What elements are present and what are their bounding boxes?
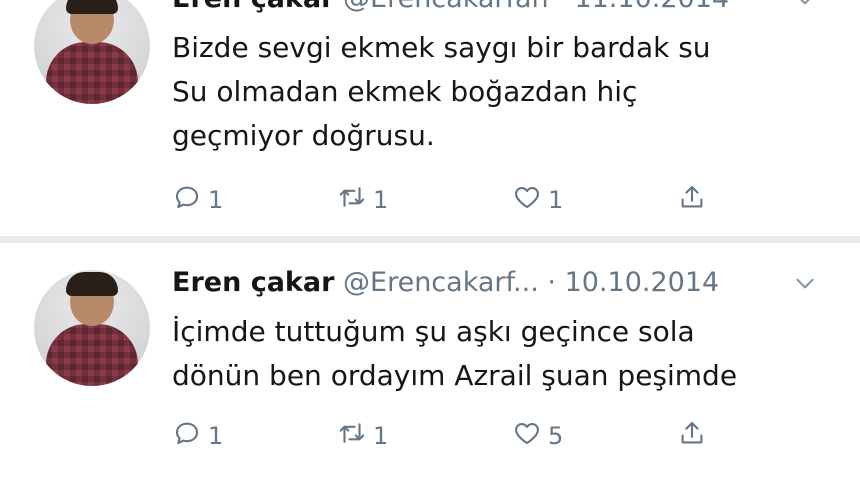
- tweet-date[interactable]: 10.10.2014: [565, 267, 720, 298]
- reply-button[interactable]: 1: [172, 416, 223, 456]
- heart-icon: [512, 418, 542, 454]
- avatar[interactable]: [34, 0, 150, 104]
- like-button[interactable]: 1: [512, 180, 563, 220]
- tweet-text-line: Su olmadan ekmek boğazdan hiç: [172, 75, 638, 108]
- share-button[interactable]: [677, 180, 707, 220]
- retweet-icon: [337, 418, 367, 454]
- tweet-actions: 1 1 5: [172, 416, 732, 456]
- tweet-date[interactable]: 11.10.2014: [574, 0, 729, 14]
- tweet-actions: 1 1 1: [172, 180, 732, 220]
- like-count: 1: [548, 186, 564, 214]
- author-name[interactable]: Eren çakar: [172, 0, 334, 14]
- retweet-button[interactable]: 1: [337, 416, 388, 456]
- tweet-text-line: Bizde sevgi ekmek saygı bir bardak su: [172, 31, 711, 64]
- chevron-down-icon[interactable]: [792, 270, 818, 296]
- avatar[interactable]: [34, 270, 150, 386]
- retweet-count: 1: [373, 422, 389, 450]
- retweet-icon: [337, 182, 367, 218]
- tweet-text: İçimde tuttuğum şu aşkı geçince sola dön…: [172, 310, 832, 398]
- tweet-text-line: dönün ben ordayım Azrail şuan peşimde: [172, 359, 738, 392]
- reply-count: 1: [208, 422, 224, 450]
- reply-icon: [172, 182, 202, 218]
- author-handle[interactable]: @Erencakarfan: [343, 0, 549, 14]
- heart-icon: [512, 182, 542, 218]
- share-icon: [677, 418, 707, 454]
- tweet-text: Bizde sevgi ekmek saygı bir bardak su Su…: [172, 26, 832, 158]
- author-handle[interactable]: @Erencakarf...: [343, 267, 539, 298]
- tweet[interactable]: Eren çakar @Erencakarfan · 11.10.2014 Bi…: [0, 0, 860, 238]
- share-button[interactable]: [677, 416, 707, 456]
- reply-icon: [172, 418, 202, 454]
- like-button[interactable]: 5: [512, 416, 563, 456]
- chevron-down-icon[interactable]: [792, 0, 818, 12]
- tweet-header: Eren çakar @Erencakarf... · 10.10.2014: [172, 266, 719, 300]
- reply-button[interactable]: 1: [172, 180, 223, 220]
- reply-count: 1: [208, 186, 224, 214]
- tweet[interactable]: Eren çakar @Erencakarf... · 10.10.2014 İ…: [0, 240, 860, 480]
- tweet-text-line: geçmiyor doğrusu.: [172, 119, 435, 152]
- separator-dot: ·: [547, 267, 556, 298]
- author-name[interactable]: Eren çakar: [172, 267, 334, 298]
- retweet-button[interactable]: 1: [337, 180, 388, 220]
- tweet-text-line: İçimde tuttuğum şu aşkı geçince sola: [172, 315, 695, 348]
- retweet-count: 1: [373, 186, 389, 214]
- separator-dot: ·: [557, 0, 566, 14]
- share-icon: [677, 182, 707, 218]
- like-count: 5: [548, 422, 564, 450]
- tweet-feed: Eren çakar @Erencakarfan · 11.10.2014 Bi…: [0, 0, 860, 480]
- tweet-header: Eren çakar @Erencakarfan · 11.10.2014: [172, 0, 729, 16]
